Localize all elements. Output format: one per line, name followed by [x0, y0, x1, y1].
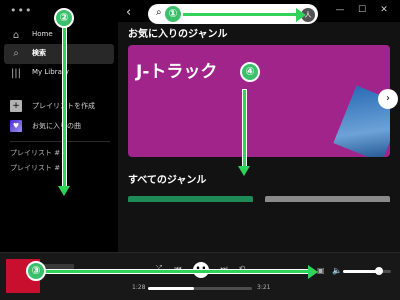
annotation-badge-1: ①: [163, 4, 183, 24]
sidebar-item-library[interactable]: ||| My Library: [4, 64, 114, 84]
genre-card-j-track[interactable]: J-トラック: [128, 45, 390, 157]
devices-icon[interactable]: ▣: [317, 266, 325, 275]
sidebar-item-search[interactable]: ⌕ 検索: [4, 44, 114, 64]
sidebar-item-home[interactable]: ⌂ Home: [4, 26, 114, 46]
volume-slider[interactable]: [343, 270, 391, 273]
annotation-arrow-3: [42, 270, 310, 273]
library-icon: |||: [10, 68, 22, 79]
search-icon: ⌕: [156, 7, 162, 18]
volume-fill: [343, 270, 379, 273]
annotation-badge-2: ②: [54, 8, 74, 28]
annotation-arrowhead-4: [238, 166, 250, 176]
carousel-next-button[interactable]: ›: [378, 89, 398, 109]
more-options-icon[interactable]: •••: [10, 4, 32, 17]
annotation-badge-3: ③: [26, 261, 46, 281]
close-icon[interactable]: ✕: [376, 3, 392, 17]
section-title-all-genres: すべてのジャンル: [128, 175, 207, 186]
back-chevron-icon[interactable]: ‹: [126, 5, 148, 23]
annotation-arrowhead-3: [308, 265, 318, 279]
volume-knob[interactable]: [375, 267, 383, 275]
sidebar-divider: [10, 141, 110, 142]
maximize-icon[interactable]: ☐: [354, 3, 370, 17]
progress-bar[interactable]: [148, 287, 252, 290]
total-time: 3:21: [257, 284, 271, 291]
liked-songs-label: お気に入りの曲: [32, 122, 81, 130]
home-icon: ⌂: [12, 30, 20, 41]
plus-icon: +: [10, 100, 22, 112]
section-title-favorite-genres: お気に入りのジャンル: [128, 29, 228, 40]
search-icon: ⌕: [13, 48, 19, 59]
elapsed-time: 1:28: [132, 284, 146, 291]
sidebar-playlist-item[interactable]: プレイリスト #: [10, 148, 60, 158]
annotation-badge-4: ④: [240, 62, 260, 82]
genre-tile[interactable]: [265, 196, 390, 202]
progress-fill: [148, 287, 194, 290]
heart-icon: ♥: [10, 120, 22, 132]
sidebar-item-label: Home: [32, 30, 53, 38]
minimize-icon[interactable]: —: [332, 3, 348, 17]
annotation-arrow-1: [180, 13, 298, 16]
sidebar-playlist-item[interactable]: プレイリスト #: [10, 163, 60, 173]
volume-icon[interactable]: 🔈: [332, 266, 342, 275]
genre-card-title: J-トラック: [136, 62, 218, 82]
annotation-arrow-4: [243, 90, 246, 168]
genre-tile[interactable]: [128, 196, 253, 202]
annotation-arrow-2: [63, 28, 66, 188]
sidebar-item-label: 検索: [32, 49, 46, 57]
annotation-arrowhead-2: [58, 186, 70, 196]
annotation-arrowhead-1: [296, 8, 306, 22]
